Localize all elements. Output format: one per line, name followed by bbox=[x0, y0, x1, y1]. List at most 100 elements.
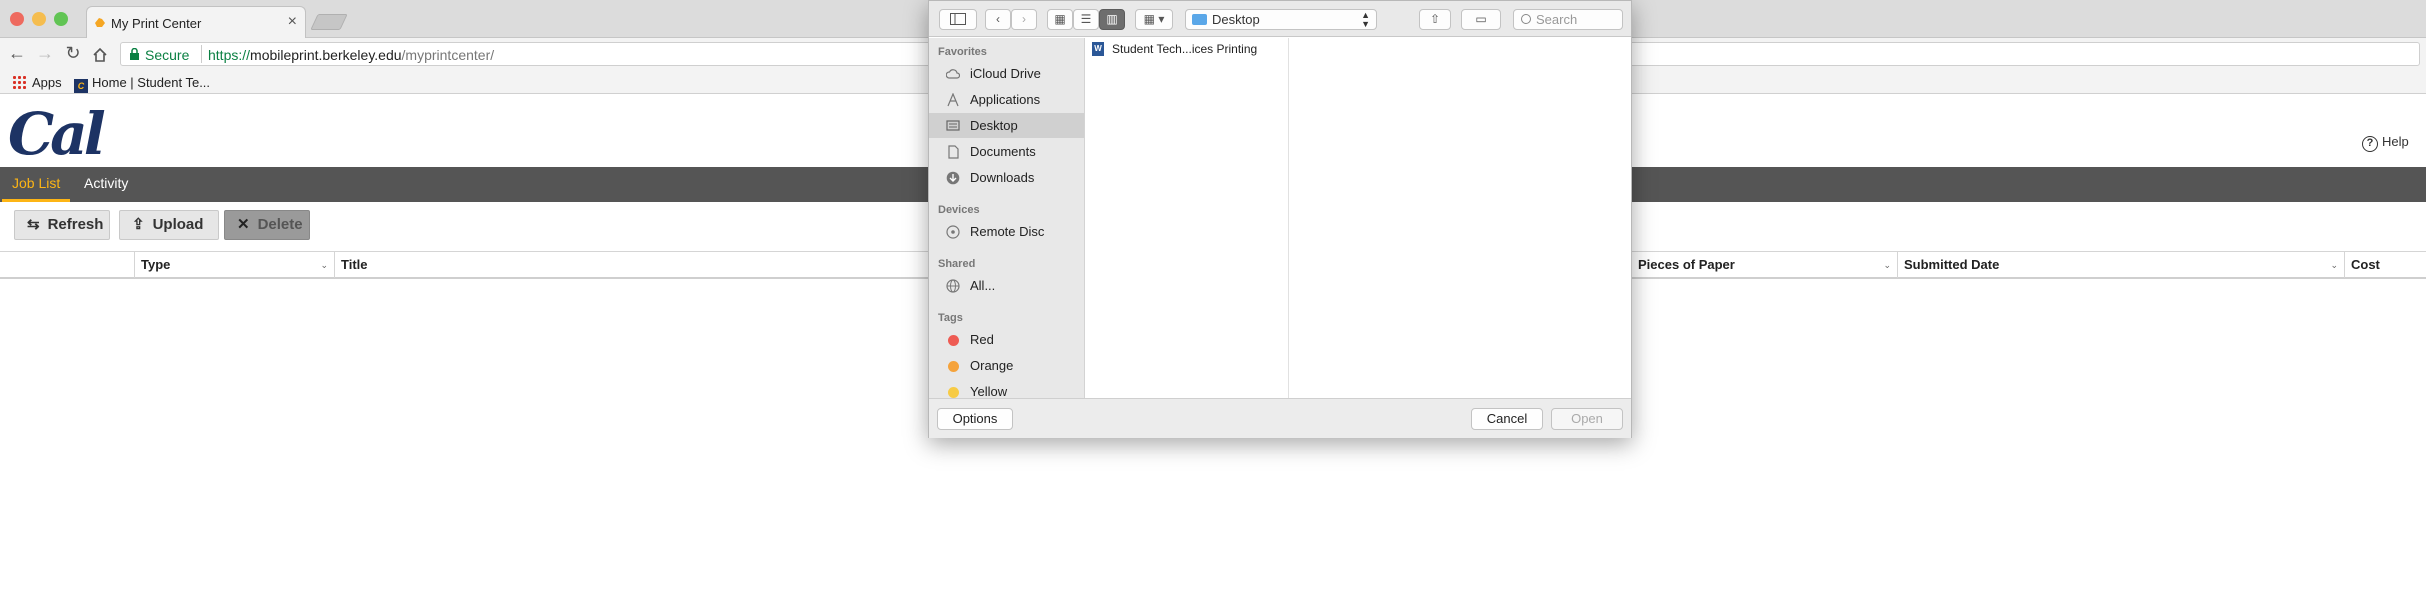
bookmark-home-label: Home | Student Te... bbox=[92, 75, 211, 90]
sidebar-toggle-button[interactable] bbox=[939, 9, 977, 30]
new-tab-button[interactable] bbox=[310, 14, 348, 30]
forward-button[interactable]: › bbox=[1011, 9, 1037, 30]
open-button[interactable]: Open bbox=[1551, 408, 1623, 430]
reload-icon[interactable]: ↻ bbox=[62, 43, 84, 64]
column-cost[interactable]: Cost bbox=[2344, 252, 2426, 278]
upload-label: Upload bbox=[152, 216, 204, 233]
cal-favicon-icon: C bbox=[74, 79, 88, 93]
refresh-icon: ⇆ bbox=[27, 216, 40, 233]
zoom-window-button[interactable] bbox=[54, 12, 68, 26]
sidebar-tag-orange[interactable]: Orange bbox=[929, 353, 1084, 378]
network-globe-icon bbox=[946, 279, 960, 293]
sidebar-item-applications[interactable]: Applications bbox=[929, 87, 1084, 112]
sidebar-item-label: iCloud Drive bbox=[970, 66, 1041, 81]
help-link[interactable]: ? Help bbox=[2362, 134, 2409, 152]
share-button[interactable]: ⇧ bbox=[1419, 9, 1451, 30]
yellow-tag-dot-icon bbox=[948, 387, 959, 398]
sidebar-icon bbox=[950, 13, 966, 25]
hand-favicon-icon bbox=[95, 18, 105, 27]
url-host: mobileprint.berkeley.edu bbox=[250, 47, 402, 63]
tab-job-list[interactable]: Job List bbox=[2, 167, 71, 202]
cal-logo[interactable]: Cal bbox=[8, 100, 106, 168]
upload-icon: ⇪ bbox=[132, 216, 145, 233]
home-icon[interactable] bbox=[92, 47, 108, 62]
sidebar-item-label: Orange bbox=[970, 358, 1014, 373]
sidebar-item-icloud-drive[interactable]: iCloud Drive bbox=[929, 61, 1084, 86]
sidebar-item-label: Red bbox=[970, 332, 994, 347]
folder-icon bbox=[1192, 14, 1207, 25]
sidebar-item-downloads[interactable]: Downloads bbox=[929, 165, 1084, 190]
sidebar-item-remote-disc[interactable]: Remote Disc bbox=[929, 219, 1084, 244]
upload-button[interactable]: ⇪ Upload bbox=[119, 210, 219, 240]
download-icon bbox=[946, 171, 960, 185]
search-field[interactable]: Search bbox=[1513, 9, 1623, 30]
chevron-down-icon[interactable]: ⌄ bbox=[1883, 252, 1891, 278]
sidebar-tag-yellow[interactable]: Yellow bbox=[929, 379, 1084, 398]
column-view-button[interactable]: ▥ bbox=[1099, 9, 1125, 30]
applications-icon bbox=[947, 93, 959, 107]
bookmark-apps-label: Apps bbox=[32, 75, 62, 90]
list-icon: ☰ bbox=[1080, 12, 1092, 26]
cancel-button[interactable]: Cancel bbox=[1471, 408, 1543, 430]
column-submitted-date[interactable]: Submitted Date ⌄ bbox=[1897, 252, 2344, 278]
location-label: Desktop bbox=[1212, 12, 1260, 27]
sidebar-item-desktop[interactable]: Desktop bbox=[929, 113, 1084, 138]
chevron-down-icon[interactable]: ⌄ bbox=[2330, 252, 2338, 278]
search-icon bbox=[1521, 14, 1531, 24]
options-button[interactable]: Options bbox=[937, 408, 1013, 430]
url-text: https://mobileprint.berkeley.edu/myprint… bbox=[208, 47, 494, 63]
chevron-down-icon[interactable]: ⌄ bbox=[320, 252, 328, 278]
tag-icon: ▭ bbox=[1475, 12, 1487, 26]
delete-button[interactable]: ✕ Delete bbox=[224, 210, 310, 240]
sidebar-item-label: Remote Disc bbox=[970, 224, 1045, 239]
sidebar-item-documents[interactable]: Documents bbox=[929, 139, 1084, 164]
grid-icon: ▦ bbox=[1054, 12, 1066, 26]
sidebar-tag-red[interactable]: Red bbox=[929, 327, 1084, 352]
file-item[interactable]: W Student Tech...ices Printing bbox=[1085, 38, 1288, 60]
word-document-icon: W bbox=[1092, 42, 1104, 56]
url-path: /myprintcenter/ bbox=[401, 47, 495, 63]
sidebar-item-all-shared[interactable]: All... bbox=[929, 273, 1084, 298]
tab-close-button[interactable]: × bbox=[288, 13, 297, 31]
updown-chevron-icon: ▲ ▼ bbox=[1361, 10, 1370, 29]
back-arrow-icon[interactable]: ← bbox=[6, 43, 28, 64]
bookmark-home-student-tech[interactable]: C Home | Student Te... bbox=[74, 75, 210, 93]
location-popup[interactable]: Desktop ▲ ▼ bbox=[1185, 9, 1377, 30]
back-button[interactable]: ‹ bbox=[985, 9, 1011, 30]
dialog-toolbar: ‹ › ▦ ☰ ▥ ▦ ▾ Desktop ▲ ▼ ⇧ ▭ Search bbox=[929, 1, 1631, 37]
disc-icon bbox=[946, 225, 960, 239]
tag-button[interactable]: ▭ bbox=[1461, 9, 1501, 30]
refresh-button[interactable]: ⇆ Refresh bbox=[14, 210, 110, 240]
apps-grid-icon bbox=[12, 75, 26, 89]
desktop-icon bbox=[946, 120, 960, 131]
group-view-button[interactable]: ▦ ▾ bbox=[1135, 9, 1173, 30]
refresh-label: Refresh bbox=[47, 216, 104, 233]
browser-tab[interactable]: My Print Center × bbox=[86, 6, 306, 38]
bookmark-apps[interactable]: Apps bbox=[12, 75, 62, 90]
file-open-dialog: ‹ › ▦ ☰ ▥ ▦ ▾ Desktop ▲ ▼ ⇧ ▭ Search Favo… bbox=[928, 0, 1632, 438]
favorites-header: Favorites bbox=[938, 46, 987, 58]
file-name: Student Tech...ices Printing bbox=[1112, 42, 1258, 56]
forward-arrow-icon[interactable]: → bbox=[34, 43, 56, 64]
close-window-button[interactable] bbox=[10, 12, 24, 26]
devices-header: Devices bbox=[938, 204, 980, 216]
tab-activity[interactable]: Activity bbox=[74, 167, 138, 202]
chevron-right-icon: › bbox=[1022, 12, 1026, 26]
minimize-window-button[interactable] bbox=[32, 12, 46, 26]
icon-view-button[interactable]: ▦ bbox=[1047, 9, 1073, 30]
orange-tag-dot-icon bbox=[948, 361, 959, 372]
column-pieces-of-paper[interactable]: Pieces of Paper ⌄ bbox=[1631, 252, 1897, 278]
column-title-label: Title bbox=[341, 257, 368, 272]
lock-icon bbox=[130, 48, 139, 60]
column-type[interactable]: Type ⌄ bbox=[134, 252, 334, 278]
secure-label: Secure bbox=[145, 47, 190, 63]
shared-header: Shared bbox=[938, 258, 976, 270]
documents-icon bbox=[948, 145, 959, 159]
sidebar-item-label: Applications bbox=[970, 92, 1041, 107]
column-pieces-label: Pieces of Paper bbox=[1638, 257, 1735, 272]
search-placeholder: Search bbox=[1536, 12, 1578, 27]
column-cost-label: Cost bbox=[2351, 257, 2380, 272]
address-separator bbox=[201, 45, 202, 63]
sidebar-item-label: Documents bbox=[970, 144, 1036, 159]
list-view-button[interactable]: ☰ bbox=[1073, 9, 1099, 30]
